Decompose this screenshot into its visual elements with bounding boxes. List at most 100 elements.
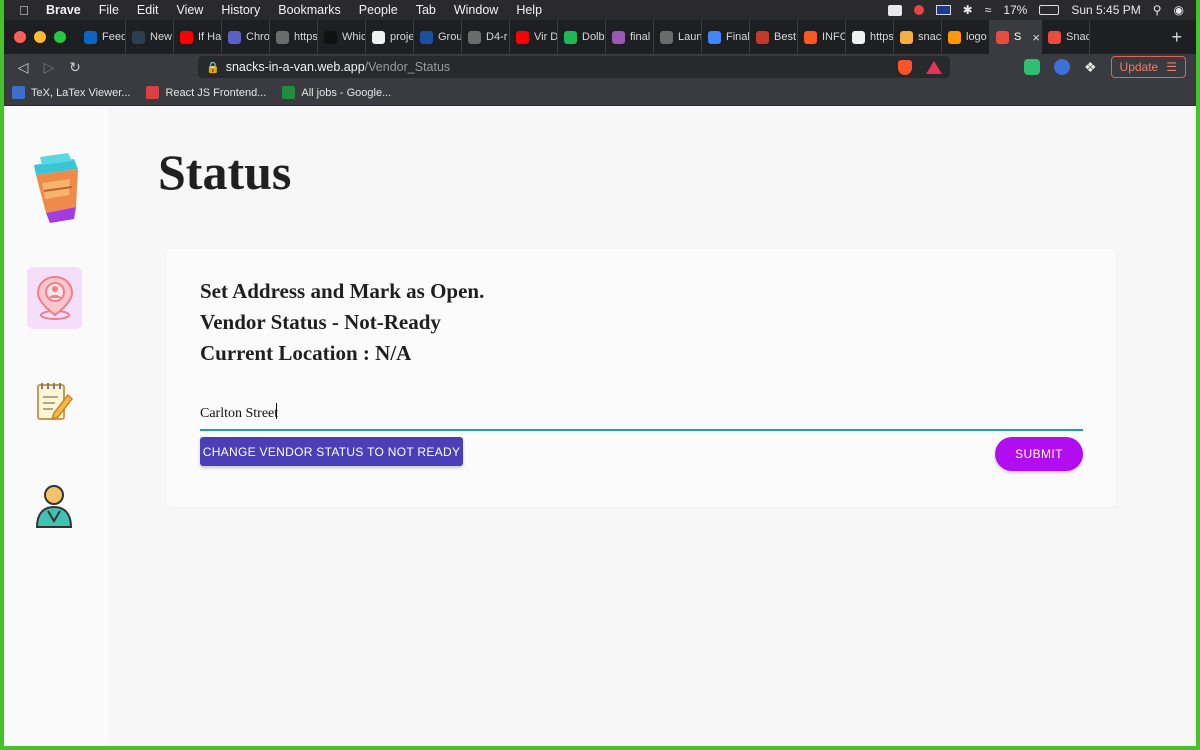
battery-percent[interactable]: 17% xyxy=(1003,3,1027,17)
menu-window[interactable]: Window xyxy=(445,3,507,17)
sheets-favicon-icon xyxy=(282,86,296,99)
url-host: snacks-in-a-van.web.app xyxy=(225,60,365,74)
menu-history[interactable]: History xyxy=(212,3,269,17)
bookmark-tex-viewer[interactable]: TeX, LaTex Viewer... xyxy=(12,86,130,99)
zoom-icon[interactable] xyxy=(887,4,902,16)
menu-edit[interactable]: Edit xyxy=(128,3,168,17)
tab-favicon-icon xyxy=(324,30,337,44)
browser-tab[interactable]: https xyxy=(270,20,318,54)
tab-favicon-icon xyxy=(516,30,529,44)
vendor-status-text: Vendor Status - Not-Ready xyxy=(200,310,441,334)
browser-tab[interactable]: logo xyxy=(942,20,990,54)
clock[interactable]: Sun 5:45 PM xyxy=(1071,3,1140,17)
menu-app-name[interactable]: Brave xyxy=(44,3,90,17)
apple-icon[interactable]:  xyxy=(4,3,44,18)
tab-favicon-icon xyxy=(900,30,913,44)
close-tab-icon[interactable]: × xyxy=(1032,30,1040,45)
tab-label: Whic xyxy=(342,31,366,43)
browser-tab[interactable]: S × xyxy=(990,20,1042,54)
tab-favicon-icon xyxy=(276,30,289,44)
browser-tab[interactable]: D4-r xyxy=(462,20,510,54)
menu-people[interactable]: People xyxy=(350,3,407,17)
tab-label: Grou xyxy=(438,31,462,43)
tab-favicon-icon xyxy=(564,30,577,44)
tab-favicon-icon xyxy=(228,30,241,44)
input-source-flag-icon[interactable] xyxy=(935,5,951,15)
react-favicon-icon xyxy=(146,86,160,99)
update-button[interactable]: Update ☰ xyxy=(1110,56,1186,78)
browser-tab[interactable]: Best xyxy=(750,20,798,54)
brave-rewards-icon[interactable] xyxy=(926,60,942,74)
menu-view[interactable]: View xyxy=(167,3,212,17)
browser-tab[interactable]: Final xyxy=(702,20,750,54)
close-window-button[interactable] xyxy=(14,31,26,43)
zoom-window-button[interactable] xyxy=(54,31,66,43)
address-input[interactable] xyxy=(200,399,1083,431)
tab-favicon-icon xyxy=(852,30,865,44)
browser-tab[interactable]: snac xyxy=(894,20,942,54)
bluetooth-icon[interactable]: ✱ xyxy=(963,3,973,17)
extension-profile-icon[interactable] xyxy=(1053,59,1070,75)
change-status-button[interactable]: CHANGE VENDOR STATUS TO NOT READY xyxy=(200,437,463,466)
browser-tab[interactable]: https xyxy=(846,20,894,54)
tab-label: https xyxy=(870,31,894,43)
tab-label: New xyxy=(150,31,173,43)
extension-shield-icon[interactable] xyxy=(1023,59,1040,75)
browser-tab[interactable]: Whic xyxy=(318,20,366,54)
user-profile-icon[interactable] xyxy=(34,483,74,529)
wifi-icon[interactable]: ≈ xyxy=(985,3,992,17)
bookmark-label: TeX, LaTex Viewer... xyxy=(31,86,131,99)
browser-tab[interactable]: Chro xyxy=(222,20,270,54)
menu-tab[interactable]: Tab xyxy=(407,3,445,17)
update-label: Update xyxy=(1119,60,1159,74)
browser-tab[interactable]: proje xyxy=(366,20,414,54)
new-tab-button[interactable]: + xyxy=(1157,27,1196,48)
address-bar[interactable]: 🔒 snacks-in-a-van.web.app /Vendor_Status xyxy=(198,56,950,78)
control-center-icon[interactable]: ◉ xyxy=(1174,3,1184,17)
nav-location-item[interactable] xyxy=(27,267,82,329)
tab-label: logo xyxy=(966,31,987,43)
location-pin-icon xyxy=(36,275,74,320)
tab-label: D4-r xyxy=(486,31,508,43)
menu-file[interactable]: File xyxy=(90,3,128,17)
tab-favicon-icon xyxy=(948,30,961,44)
browser-tab[interactable]: Feed xyxy=(78,20,126,54)
minimize-window-button[interactable] xyxy=(34,31,46,43)
browser-tab[interactable]: New xyxy=(126,20,174,54)
spotlight-search-icon[interactable]: ⚲ xyxy=(1153,3,1162,17)
browser-tab[interactable]: Snac xyxy=(1042,20,1090,54)
tab-label: https xyxy=(294,31,318,43)
lock-icon[interactable]: 🔒 xyxy=(206,61,220,74)
notepad-icon[interactable] xyxy=(34,379,74,425)
browser-tab[interactable]: Grou xyxy=(414,20,462,54)
menu-help[interactable]: Help xyxy=(507,3,551,17)
sidebar xyxy=(4,107,108,746)
tab-favicon-icon xyxy=(660,30,673,44)
status-area: ✱ ≈ 17% Sun 5:45 PM ⚲ ◉ xyxy=(887,3,1196,17)
page-title: Status xyxy=(158,144,292,200)
tab-label: Dolb xyxy=(582,31,605,43)
status-card: Set Address and Mark as Open. Vendor Sta… xyxy=(166,249,1116,507)
coffee-cup-icon[interactable] xyxy=(26,151,86,225)
bookmark-react-frontend[interactable]: React JS Frontend... xyxy=(146,86,266,99)
tab-strip: Feed New If Ha Chro https Whic proje Grou D4-r Vi… xyxy=(4,20,1196,54)
brave-shields-icon[interactable] xyxy=(898,59,912,75)
tab-label: Snac xyxy=(1066,31,1090,43)
browser-tab[interactable]: final xyxy=(606,20,654,54)
browser-tab[interactable]: INFO xyxy=(798,20,846,54)
browser-tab[interactable]: Dolb xyxy=(558,20,606,54)
reload-button[interactable]: ↻ xyxy=(62,59,88,76)
menu-bookmarks[interactable]: Bookmarks xyxy=(269,3,350,17)
browser-tab[interactable]: If Ha xyxy=(174,20,222,54)
tab-favicon-icon xyxy=(612,30,625,44)
browser-tab[interactable]: Laun xyxy=(654,20,702,54)
bookmark-all-jobs[interactable]: All jobs - Google... xyxy=(282,86,391,99)
puzzle-extensions-icon[interactable]: ❖ xyxy=(1084,59,1097,76)
browser-tab[interactable]: Vir D xyxy=(510,20,558,54)
instruction-text: Set Address and Mark as Open. xyxy=(200,279,485,303)
forward-button[interactable]: ▷ xyxy=(36,59,62,76)
record-icon[interactable] xyxy=(913,5,924,15)
tab-favicon-icon xyxy=(468,30,481,44)
submit-button[interactable]: SUBMIT xyxy=(995,437,1083,471)
back-button[interactable]: ◁ xyxy=(10,59,36,76)
